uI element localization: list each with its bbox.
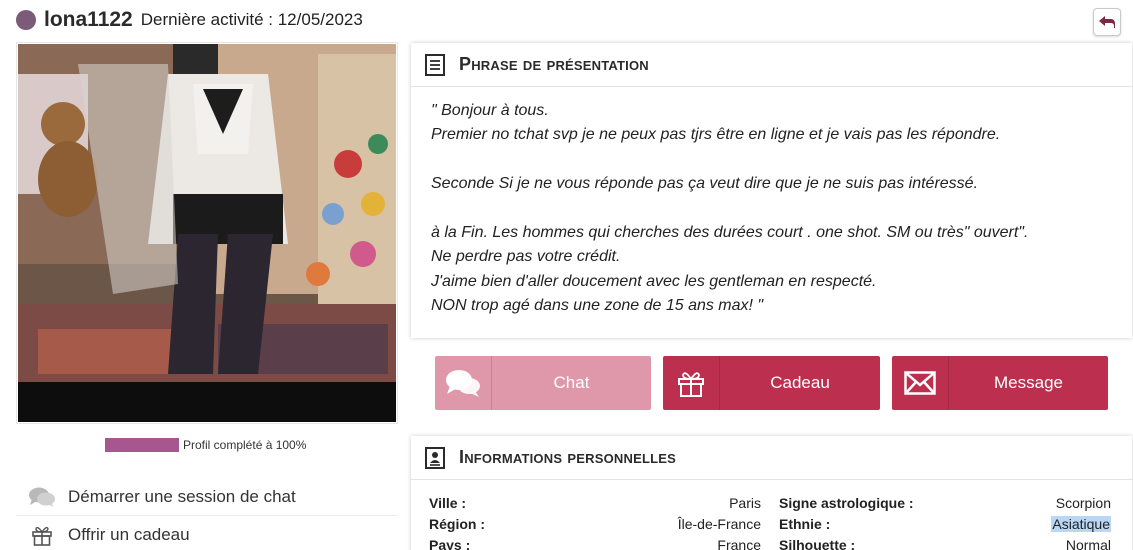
id-card-icon: [425, 446, 445, 469]
intro-text: " Bonjour à tous. Premier no tchat svp j…: [411, 87, 1132, 319]
intro-card-title: Phrase de présentation: [459, 54, 649, 74]
intro-line: " Bonjour à tous.: [431, 102, 549, 119]
chat-button[interactable]: Chat: [435, 356, 651, 410]
info-label: Ville :: [429, 494, 467, 511]
intro-line: Premier no tchat svp je ne peux pas tjrs…: [431, 126, 1001, 144]
profile-header: lona1122 Dernière activité : 12/05/2023: [16, 6, 363, 34]
chat-button-label: Chat: [553, 373, 590, 392]
message-button[interactable]: Message: [892, 356, 1108, 410]
profile-photo[interactable]: [16, 42, 398, 424]
document-icon: [425, 53, 445, 76]
info-label: Pays :: [429, 536, 471, 550]
personal-info-card: Informations personnelles Ville : Paris …: [411, 436, 1132, 550]
info-label: Signe astrologique :: [779, 494, 914, 511]
info-value: Paris: [729, 494, 761, 511]
profile-completion-label: Profil complété à 100%: [183, 438, 307, 452]
gift-icon: [16, 524, 68, 546]
profile-photo-image: [18, 44, 396, 422]
info-label: Ethnie :: [779, 515, 831, 532]
profile-completion: Profil complété à 100%: [105, 438, 306, 452]
intro-line: Ne perdre pas votre crédit.: [431, 248, 621, 266]
info-value: France: [717, 536, 761, 550]
info-row-silhouette: Silhouette : Normal: [779, 534, 1111, 550]
start-chat-action[interactable]: Démarrer une session de chat: [16, 478, 398, 516]
offer-gift-label: Offrir un cadeau: [68, 525, 190, 544]
intro-line: [431, 197, 1112, 221]
intro-line: Seconde Si je ne vous réponde pas ça veu…: [431, 175, 979, 193]
back-arrow-icon: [1099, 16, 1115, 28]
personal-info-title: Informations personnelles: [459, 447, 676, 467]
gift-icon: [663, 356, 720, 410]
gift-button[interactable]: Cadeau: [663, 356, 880, 410]
info-value: Asiatique: [1051, 515, 1111, 532]
info-value: Scorpion: [1055, 494, 1111, 511]
profile-completion-bar: [105, 438, 179, 452]
info-value: Île-de-France: [677, 515, 761, 532]
message-button-label: Message: [994, 373, 1063, 392]
last-activity: Dernière activité : 12/05/2023: [140, 10, 363, 29]
gift-button-label: Cadeau: [770, 373, 830, 392]
back-button[interactable]: [1093, 8, 1121, 36]
info-value: Normal: [1065, 536, 1111, 550]
info-row-region: Région : Île-de-France: [429, 513, 761, 534]
chat-bubbles-icon: [16, 486, 68, 508]
username: lona1122: [44, 8, 133, 31]
info-row-astrology: Signe astrologique : Scorpion: [779, 492, 1111, 513]
intro-line: NON trop agé dans une zone de 15 ans max…: [431, 297, 764, 315]
intro-line: J'aime bien d'aller doucement avec les g…: [431, 272, 877, 290]
photo-illustration: [18, 44, 396, 422]
personal-info-header: Informations personnelles: [411, 436, 1132, 480]
left-actions-list: Démarrer une session de chat Offrir un c…: [16, 478, 398, 550]
info-label: Région :: [429, 515, 485, 532]
info-row-country: Pays : France: [429, 534, 761, 550]
intro-line: [431, 148, 1112, 172]
envelope-icon: [892, 356, 949, 410]
intro-card: Phrase de présentation " Bonjour à tous.…: [411, 43, 1132, 338]
offer-gift-action[interactable]: Offrir un cadeau: [16, 516, 398, 550]
info-row-ethnicity: Ethnie : Asiatique: [779, 513, 1111, 534]
info-label: Silhouette :: [779, 536, 856, 550]
chat-bubbles-icon: [435, 356, 492, 410]
profile-completion-fill: [105, 438, 179, 452]
start-chat-label: Démarrer une session de chat: [68, 486, 296, 506]
info-row-city: Ville : Paris: [429, 492, 761, 513]
intro-card-header: Phrase de présentation: [411, 43, 1132, 87]
status-indicator: [16, 10, 36, 30]
intro-line: à la Fin. Les hommes qui cherches des du…: [431, 224, 1029, 242]
